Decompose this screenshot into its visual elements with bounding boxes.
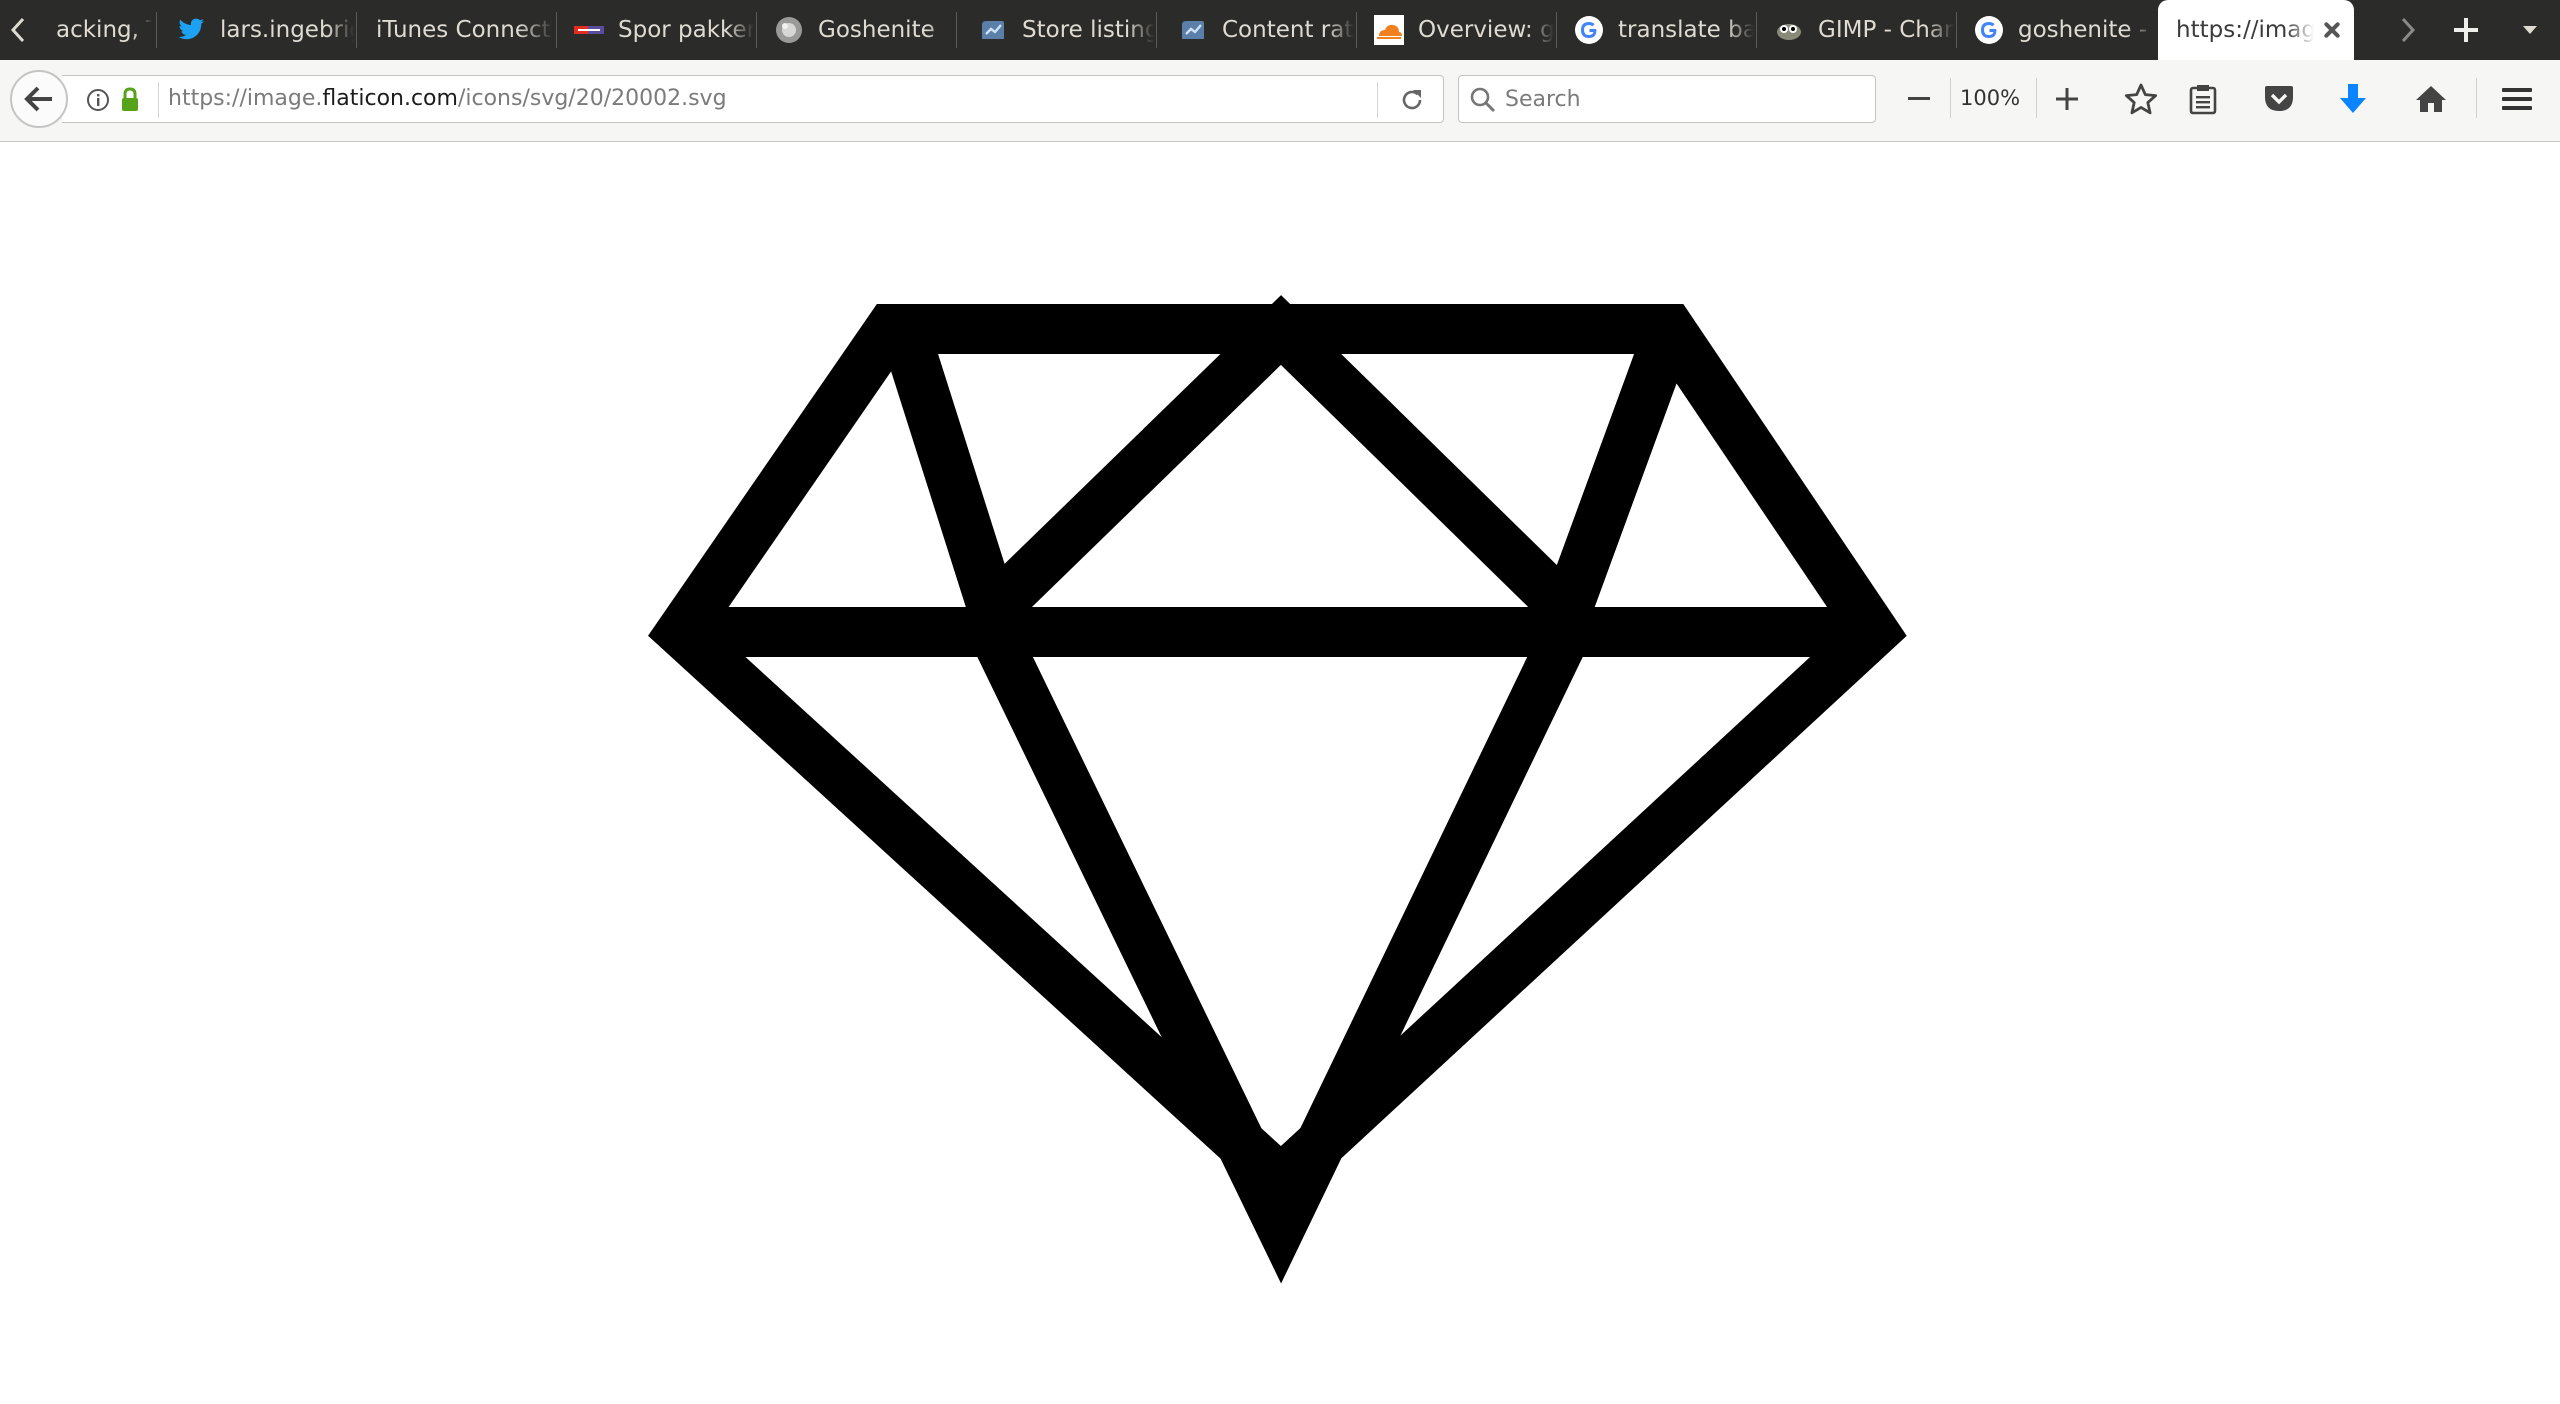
tab-separator [1356,12,1357,48]
posten-icon [574,15,604,45]
gimp-icon [1774,15,1804,45]
pocket-icon [2265,86,2293,111]
tab-8[interactable]: translate ba [1560,0,1754,60]
tab-label: Goshenite [818,17,935,43]
url-path: /icons/svg/20/20002.svg [457,86,727,111]
url-host: flaticon.com [322,86,458,111]
hamburger-menu-icon [2502,88,2532,110]
zoom-out-button[interactable] [1896,76,1942,122]
reload-icon[interactable] [1398,86,1426,118]
tab-label: goshenite - [2018,17,2148,43]
tab-4[interactable]: Goshenite [760,0,954,60]
tab-label: acking, Tra [56,17,152,43]
tab-active[interactable]: https://image [2158,0,2354,60]
tab-0[interactable]: acking, Tra [44,0,152,60]
tab-2[interactable]: iTunes Connect [360,0,554,60]
tab-label: Overview: g [1418,17,1554,43]
reading-list-button[interactable] [2180,76,2226,122]
tab-separator [356,12,357,48]
new-tab-button[interactable] [2442,0,2490,60]
clipboard-icon [2189,85,2217,115]
tab-separator [1156,12,1157,48]
tab-label: Content rat [1222,17,1354,43]
tab-label: translate ba [1618,17,1754,43]
scroll-tabs-left-button[interactable] [0,0,36,60]
tab-7[interactable]: Overview: g [1360,0,1554,60]
url-prefix: https://image. [168,86,323,111]
download-arrow-icon [2340,84,2366,113]
plus-icon [2454,18,2478,42]
minus-icon [1908,97,1930,100]
url-bar[interactable]: https://image.flaticon.com/icons/svg/20/… [62,75,1444,123]
tab-10[interactable]: goshenite - [1960,0,2154,60]
tab-label: GIMP - Chan [1818,17,1954,43]
twitter-icon [176,15,206,45]
tab-strip: acking, Tra lars.ingebrig iTunes Connect… [0,0,2560,60]
secure-lock-icon[interactable] [120,87,140,117]
bookmark-star-button[interactable] [2118,76,2164,122]
close-tab-icon[interactable] [2320,18,2344,42]
toolbar-separator [2476,78,2477,118]
tab-1[interactable]: lars.ingebrig [160,0,354,60]
list-all-tabs-button[interactable] [2508,0,2552,60]
open-menu-button[interactable] [2494,76,2540,122]
pocket-button[interactable] [2256,76,2302,122]
search-placeholder: Search [1505,87,1581,112]
zoom-separator [2036,78,2037,118]
tab-separator [1956,12,1957,48]
tab-9[interactable]: GIMP - Chan [1760,0,1954,60]
home-button[interactable] [2408,76,2454,122]
zoom-in-button[interactable] [2044,76,2090,122]
tab-label: Store listing [1022,17,1154,43]
tab-label: Spor pakken [618,17,754,43]
caret-down-icon [2523,26,2537,34]
site-info-icon[interactable] [86,88,110,116]
chevron-right-icon [2401,17,2416,43]
google-play-console-icon [978,15,1008,45]
page-content [0,142,2560,1404]
home-icon [2416,86,2446,112]
gem-photo-icon [774,15,804,45]
tab-separator [556,12,557,48]
back-button[interactable] [10,70,68,128]
tab-label: iTunes Connect [376,17,551,43]
url-text[interactable]: https://image.flaticon.com/icons/svg/20/… [168,86,727,111]
search-bar[interactable]: Search [1458,75,1876,123]
tab-3[interactable]: Spor pakken [560,0,754,60]
plus-icon [2056,88,2078,110]
tab-label: https://image [2176,17,2314,43]
identity-divider [158,82,159,118]
tab-separator [1556,12,1557,48]
downloads-button[interactable] [2330,76,2376,122]
url-divider [1377,82,1378,118]
search-icon [1469,86,1497,118]
scroll-tabs-right-button[interactable] [2386,0,2430,60]
tab-5[interactable]: Store listing [960,0,1154,60]
tab-separator [1756,12,1757,48]
zoom-separator [1950,78,1951,118]
star-icon [2124,83,2158,115]
navigation-toolbar: https://image.flaticon.com/icons/svg/20/… [0,60,2560,142]
tab-separator [156,12,157,48]
zoom-reset-button[interactable]: 100% [1960,86,2020,110]
tab-6[interactable]: Content rat [1160,0,1354,60]
tab-separator [756,12,757,48]
google-icon [1974,15,2004,45]
google-play-console-icon [1178,15,1208,45]
google-icon [1574,15,1604,45]
tab-separator [956,12,957,48]
chevron-left-icon [10,17,25,43]
cloudflare-icon [1374,15,1404,45]
tab-label: lars.ingebrig [220,17,354,43]
diamond-outline-icon [648,295,1907,1284]
arrow-left-icon [24,86,52,112]
